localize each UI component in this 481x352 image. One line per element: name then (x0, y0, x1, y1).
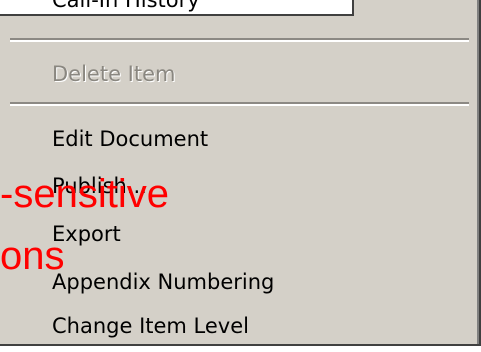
menu-item-call-in-history-box: Call-In History (0, 0, 354, 16)
menu-item-edit-document[interactable]: Edit Document (52, 129, 208, 150)
menu-item-change-item-level[interactable]: Change Item Level (52, 316, 249, 337)
overlay-caption-line-1: -sensitive (0, 172, 169, 216)
screenshot-stage: Delete Item Edit Document Publish... Exp… (0, 0, 481, 352)
overlay-caption-line-2: ons (0, 234, 65, 278)
menu-item-call-in-history[interactable]: Call-In History (52, 0, 200, 11)
menu-item-appendix-numbering[interactable]: Appendix Numbering (52, 272, 274, 293)
menu-item-delete-item[interactable]: Delete Item (52, 64, 175, 85)
menu-separator (10, 38, 469, 42)
menu-separator (10, 102, 469, 106)
